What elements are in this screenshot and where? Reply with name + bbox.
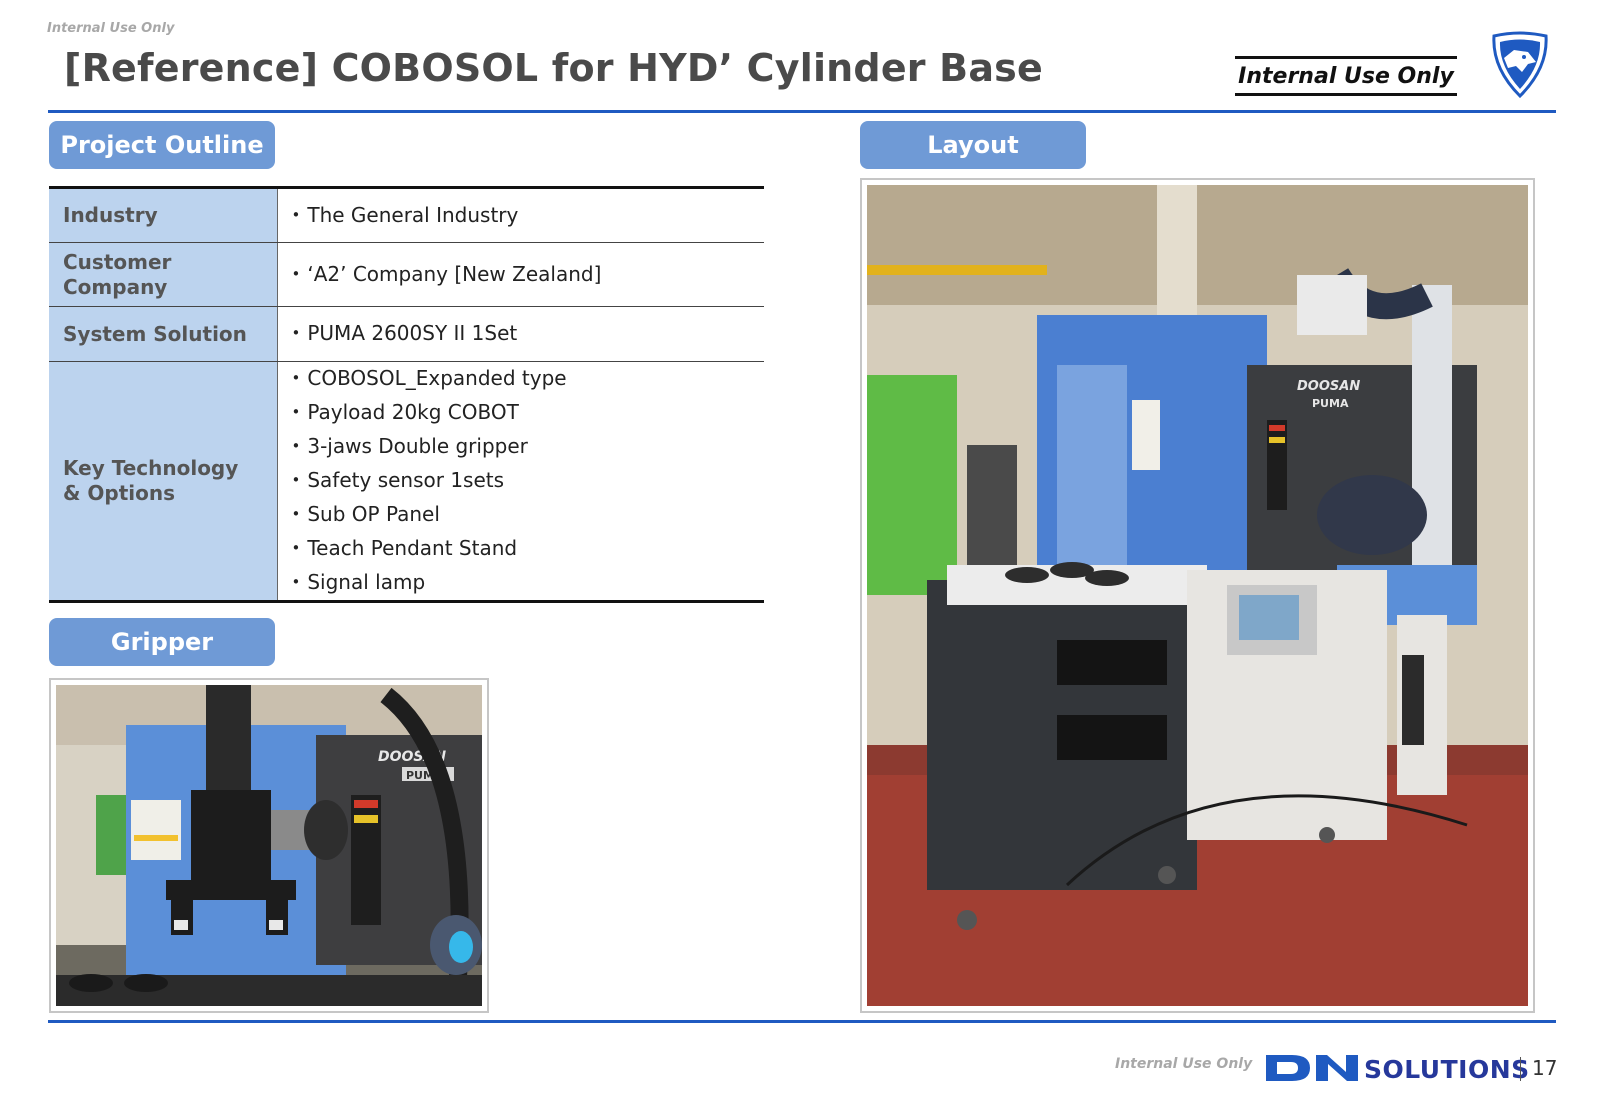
internal-use-badge: Internal Use Only	[1235, 56, 1457, 96]
title-rule	[48, 110, 1556, 113]
row-label: Customer Company	[49, 242, 277, 307]
value-item: Safety sensor 1sets	[292, 464, 751, 498]
top-watermark: Internal Use Only	[47, 21, 175, 36]
page-separator	[1520, 1057, 1521, 1081]
table-row: System Solution PUMA 2600SY II 1Set	[49, 306, 764, 362]
table-row: Industry The General Industry	[49, 187, 764, 243]
value-item: Signal lamp	[292, 566, 751, 600]
row-label: System Solution	[49, 306, 277, 362]
row-label: Key Technology & Options	[49, 361, 277, 602]
table-row: Key Technology & Options COBOSOL_Expande…	[49, 361, 764, 602]
brand-solutions: SOLUTIONS	[1364, 1055, 1530, 1084]
row-value: COBOSOL_Expanded type Payload 20kg COBOT…	[276, 361, 764, 602]
panther-shield-icon	[1492, 31, 1548, 99]
value-item: COBOSOL_Expanded type	[292, 362, 751, 396]
dn-logo-icon	[1266, 1055, 1358, 1081]
badge-label: Internal Use Only	[1238, 63, 1454, 89]
project-outline-table: Industry The General Industry Customer C…	[49, 186, 764, 603]
layout-photo-brand: DOOSAN	[1297, 379, 1360, 394]
row-value: PUMA 2600SY II 1Set	[276, 306, 764, 362]
value-item: 3-jaws Double gripper	[292, 430, 751, 464]
layout-photo-model: PUMA	[1312, 397, 1349, 410]
value-item: Payload 20kg COBOT	[292, 396, 751, 430]
value-item: The General Industry	[292, 199, 751, 233]
footer-watermark: Internal Use Only	[1115, 1056, 1253, 1072]
value-item: Teach Pendant Stand	[292, 532, 751, 566]
page-number: 17	[1532, 1056, 1558, 1080]
value-item: Sub OP Panel	[292, 498, 751, 532]
value-item: PUMA 2600SY II 1Set	[292, 317, 751, 351]
section-project-outline: Project Outline	[49, 121, 275, 169]
section-layout: Layout	[860, 121, 1086, 169]
row-value: ‘A2’ Company [New Zealand]	[276, 242, 764, 307]
gripper-photo: DOOSAN PUMA	[49, 678, 489, 1013]
page-title: [Reference] COBOSOL for HYD’ Cylinder Ba…	[64, 46, 1043, 90]
row-value: The General Industry	[276, 187, 764, 243]
layout-photo-illustration: DOOSAN PUMA	[867, 185, 1528, 1006]
section-gripper: Gripper	[49, 618, 275, 666]
value-item: ‘A2’ Company [New Zealand]	[292, 258, 751, 292]
gripper-photo-illustration: DOOSAN PUMA	[56, 685, 482, 1006]
table-row: Customer Company ‘A2’ Company [New Zeala…	[49, 242, 764, 307]
footer-rule	[48, 1020, 1556, 1023]
layout-photo: DOOSAN PUMA	[860, 178, 1535, 1013]
row-label: Industry	[49, 187, 277, 243]
